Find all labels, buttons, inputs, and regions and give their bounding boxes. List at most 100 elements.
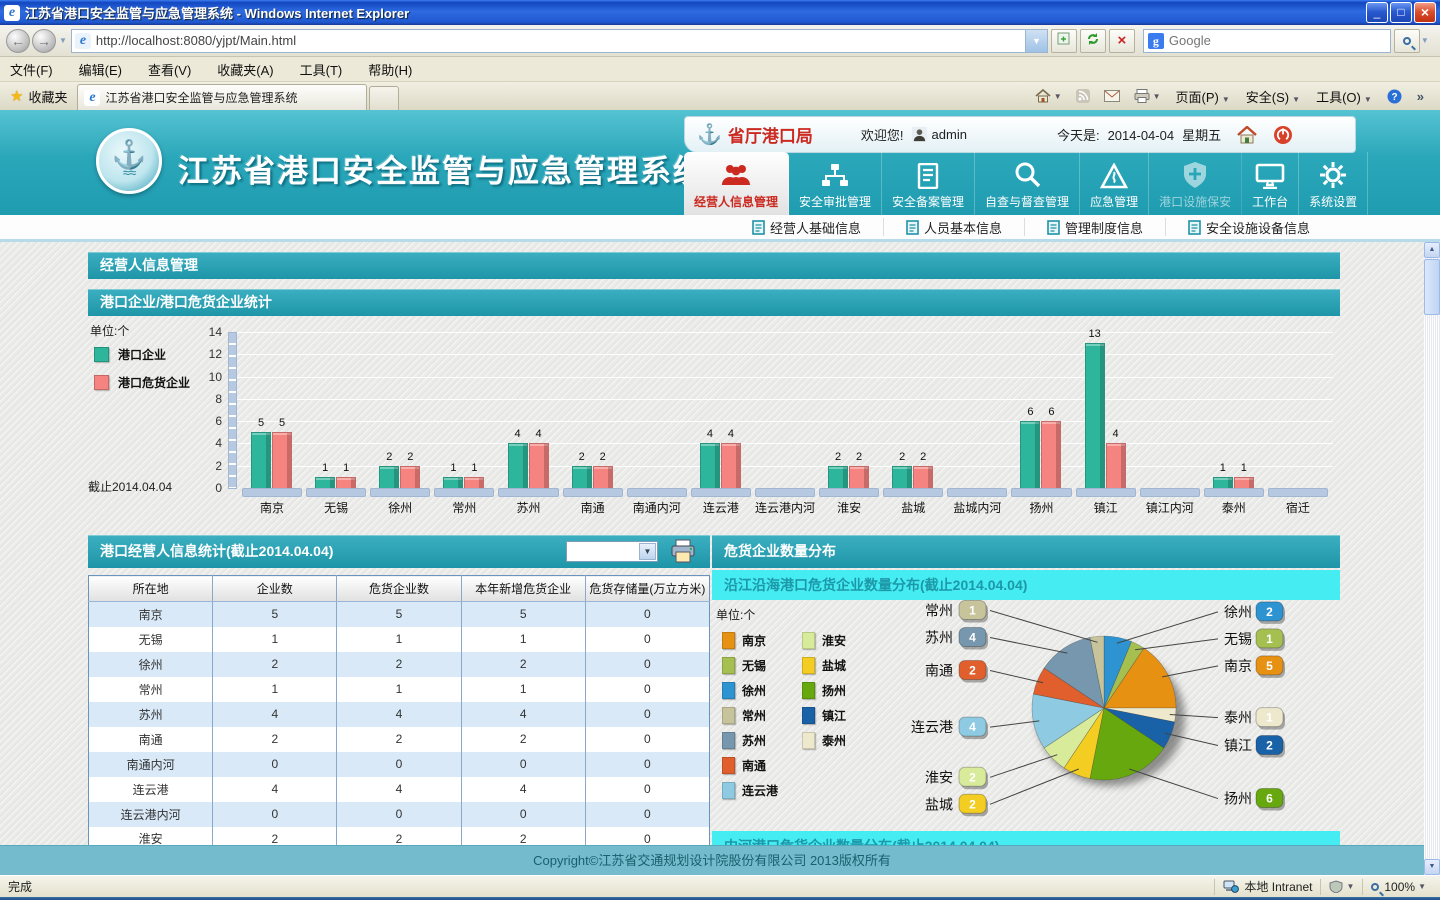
url-dropdown-button[interactable]: ▼ [1026, 29, 1048, 53]
home-dropdown-icon[interactable]: ▼ [1054, 92, 1062, 101]
maximize-button[interactable]: □ [1390, 2, 1412, 23]
bar-value-label: 4 [528, 428, 550, 440]
page-menu-button[interactable]: 页面(P)▼ [1176, 87, 1230, 106]
bar-港口危货企业-苏州[interactable] [529, 443, 549, 488]
bar-港口企业-镇江[interactable] [1085, 343, 1105, 488]
bar-港口企业-连云港[interactable] [700, 443, 720, 488]
submenu-item-label: 人员基本信息 [924, 218, 1002, 237]
menu-item[interactable]: 帮助(H) [368, 60, 412, 79]
search-dropdown-icon[interactable]: ▼ [1421, 36, 1429, 45]
help-button[interactable]: ? [1387, 89, 1402, 104]
bar-港口企业-无锡[interactable] [315, 477, 335, 488]
favorites-button[interactable]: ★ 收藏夹 [0, 82, 77, 110]
bar-港口危货企业-无锡[interactable] [336, 477, 356, 488]
url-input[interactable] [96, 33, 1022, 48]
home-button[interactable]: ▼ [1035, 89, 1062, 103]
bar-港口危货企业-泰州[interactable] [1234, 477, 1254, 488]
table-cell: 0 [461, 752, 585, 777]
bar-港口企业-扬州[interactable] [1020, 421, 1040, 488]
table-print-button[interactable] [670, 539, 696, 575]
table-row[interactable]: 南京5550 [89, 602, 710, 627]
pie-callout-label-泰州: 泰州 [1224, 710, 1252, 726]
nav-tab-5[interactable]: 应急管理 [1080, 152, 1149, 215]
home-shortcut-button[interactable] [1237, 126, 1257, 144]
table-cell: 南通内河 [89, 752, 213, 777]
menu-item[interactable]: 查看(V) [148, 60, 191, 79]
menu-item[interactable]: 文件(F) [10, 60, 53, 79]
protected-mode-button[interactable]: ▼ [1329, 880, 1354, 893]
table-filter-select[interactable]: ▼ [566, 541, 658, 562]
bar-港口危货企业-常州[interactable] [464, 477, 484, 488]
table-row[interactable]: 连云港4440 [89, 777, 710, 802]
nav-tab-8[interactable]: 系统设置 [1299, 152, 1368, 215]
bar-港口危货企业-南通[interactable] [593, 466, 613, 488]
bar-港口危货企业-盐城[interactable] [913, 466, 933, 488]
bar-港口危货企业-淮安[interactable] [849, 466, 869, 488]
submenu-item[interactable]: 管理制度信息 [1024, 218, 1165, 236]
stop-button[interactable]: × [1109, 29, 1135, 53]
new-tab-stub[interactable] [369, 86, 399, 110]
scroll-down-button[interactable]: ▼ [1424, 859, 1440, 875]
menu-item[interactable]: 收藏夹(A) [217, 60, 273, 79]
nav-tab-3[interactable]: 安全备案管理 [882, 152, 975, 215]
mail-button[interactable] [1104, 90, 1120, 102]
bar-港口企业-盐城[interactable] [892, 466, 912, 488]
menu-item[interactable]: 工具(T) [300, 60, 343, 79]
bar-港口企业-南通[interactable] [572, 466, 592, 488]
toolbar-overflow-button[interactable]: » [1417, 89, 1424, 104]
search-box[interactable]: g [1143, 29, 1391, 53]
nav-tab-4[interactable]: 自查与督查管理 [975, 152, 1080, 215]
submenu-item[interactable]: 经营人基础信息 [730, 218, 883, 236]
address-bar[interactable]: e [71, 29, 1026, 53]
print-button[interactable]: ▼ [1134, 89, 1161, 103]
print-dropdown-icon[interactable]: ▼ [1153, 92, 1161, 101]
compatibility-view-button[interactable] [1051, 29, 1077, 53]
refresh-button[interactable] [1080, 29, 1106, 53]
table-row[interactable]: 南通内河0000 [89, 752, 710, 777]
table-row[interactable]: 淮安2220 [89, 827, 710, 846]
safety-menu-button[interactable]: 安全(S)▼ [1246, 87, 1300, 106]
vertical-scrollbar[interactable]: ▲ ▼ [1424, 242, 1440, 875]
nav-tab-2[interactable]: 安全审批管理 [789, 152, 882, 215]
scroll-up-button[interactable]: ▲ [1424, 242, 1440, 258]
search-input[interactable] [1169, 33, 1386, 48]
feeds-button[interactable] [1076, 89, 1090, 103]
table-row[interactable]: 常州1110 [89, 677, 710, 702]
home-icon [1035, 89, 1051, 103]
zoom-control[interactable]: 100% ▼ [1371, 880, 1440, 894]
table-row[interactable]: 苏州4440 [89, 702, 710, 727]
bar-港口企业-苏州[interactable] [508, 443, 528, 488]
table-row[interactable]: 无锡1110 [89, 627, 710, 652]
table-row[interactable]: 南通2220 [89, 727, 710, 752]
nav-tab-7[interactable]: 工作台 [1242, 152, 1299, 215]
table-row[interactable]: 连云港内河0000 [89, 802, 710, 827]
bar-港口企业-淮安[interactable] [828, 466, 848, 488]
browser-tab[interactable]: e 江苏省港口安全监管与应急管理系统 [77, 84, 367, 110]
bar-港口危货企业-徐州[interactable] [400, 466, 420, 488]
close-button[interactable]: × [1414, 2, 1436, 23]
warning-triangle-icon [1100, 163, 1128, 189]
bar-value-label: 5 [271, 417, 293, 429]
search-button[interactable] [1394, 29, 1420, 53]
submenu-item[interactable]: 人员基本信息 [883, 218, 1024, 236]
table-row[interactable]: 徐州2220 [89, 652, 710, 677]
bar-港口企业-南京[interactable] [251, 432, 271, 488]
bar-港口企业-泰州[interactable] [1213, 477, 1233, 488]
bar-港口企业-常州[interactable] [443, 477, 463, 488]
forward-button[interactable]: → [32, 29, 56, 53]
history-dropdown-icon[interactable]: ▼ [59, 36, 67, 45]
tools-menu-button[interactable]: 工具(O)▼ [1316, 87, 1372, 106]
nav-tab-1[interactable]: 经营人信息管理 [684, 152, 789, 215]
bar-港口危货企业-南京[interactable] [272, 432, 292, 488]
bar-港口危货企业-连云港[interactable] [721, 443, 741, 488]
submenu-item[interactable]: 安全设施设备信息 [1165, 218, 1332, 236]
scrollbar-thumb[interactable] [1424, 259, 1440, 315]
bar-港口危货企业-扬州[interactable] [1041, 421, 1061, 488]
nav-tab-6[interactable]: 港口设施保安 [1149, 152, 1242, 215]
back-button[interactable]: ← [6, 29, 30, 53]
minimize-button[interactable]: _ [1366, 2, 1388, 23]
menu-item[interactable]: 编辑(E) [79, 60, 122, 79]
bar-港口危货企业-镇江[interactable] [1106, 443, 1126, 488]
logout-button[interactable] [1273, 125, 1293, 145]
bar-港口企业-徐州[interactable] [379, 466, 399, 488]
